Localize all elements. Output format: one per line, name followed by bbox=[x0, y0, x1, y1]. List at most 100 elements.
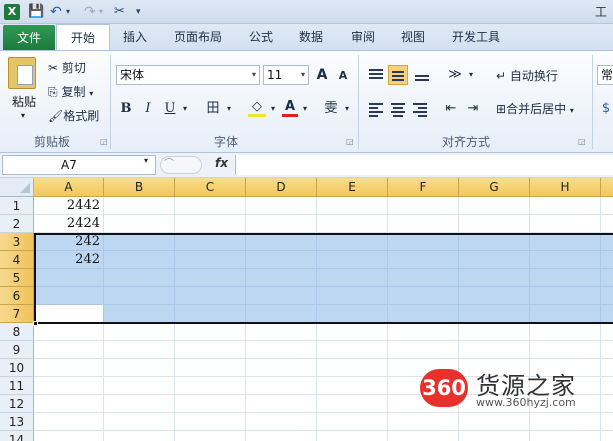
tab-insert[interactable]: 插入 bbox=[112, 24, 158, 50]
column-header-h[interactable]: H bbox=[530, 178, 601, 197]
font-size-select[interactable]: 11 ▾ bbox=[263, 65, 309, 85]
cell-d10[interactable] bbox=[246, 359, 317, 377]
row-header-11[interactable]: 11 bbox=[0, 377, 34, 395]
cell-b8[interactable] bbox=[104, 323, 175, 341]
format-painter-button[interactable]: 🖌格式刷 bbox=[48, 107, 99, 125]
cell-d5[interactable] bbox=[246, 269, 317, 287]
cell-b3[interactable] bbox=[104, 233, 175, 251]
tab-view[interactable]: 视图 bbox=[390, 24, 436, 50]
cell-i5[interactable] bbox=[601, 269, 613, 287]
cell-a5[interactable] bbox=[34, 269, 104, 287]
cell-f4[interactable] bbox=[388, 251, 459, 269]
row-header-1[interactable]: 1 bbox=[0, 197, 34, 215]
row-header-8[interactable]: 8 bbox=[0, 323, 34, 341]
cell-a4[interactable]: 242 bbox=[34, 251, 104, 269]
cell-i7[interactable] bbox=[601, 305, 613, 323]
font-color-dropdown-icon[interactable]: ▾ bbox=[300, 99, 310, 119]
tab-page-layout[interactable]: 页面布局 bbox=[162, 24, 234, 50]
cell-i8[interactable] bbox=[601, 323, 613, 341]
cell-h7[interactable] bbox=[530, 305, 601, 323]
cell-a3[interactable]: 242 bbox=[34, 233, 104, 251]
cell-h4[interactable] bbox=[530, 251, 601, 269]
cell-c7[interactable] bbox=[175, 305, 246, 323]
cell-d9[interactable] bbox=[246, 341, 317, 359]
cut-button[interactable]: ✂ 剪切 bbox=[48, 59, 86, 77]
cell-g6[interactable] bbox=[459, 287, 530, 305]
cell-g3[interactable] bbox=[459, 233, 530, 251]
clipboard-launcher-icon[interactable]: ◲ bbox=[100, 137, 108, 146]
cell-e10[interactable] bbox=[317, 359, 388, 377]
cell-f1[interactable] bbox=[388, 197, 459, 215]
cell-d7[interactable] bbox=[246, 305, 317, 323]
cell-c3[interactable] bbox=[175, 233, 246, 251]
cell-e3[interactable] bbox=[317, 233, 388, 251]
cell-b11[interactable] bbox=[104, 377, 175, 395]
row-header-2[interactable]: 2 bbox=[0, 215, 34, 233]
tab-file[interactable]: 文件 bbox=[3, 25, 55, 50]
row-header-6[interactable]: 6 bbox=[0, 287, 34, 305]
column-header-c[interactable]: C bbox=[175, 178, 246, 197]
cell-i9[interactable] bbox=[601, 341, 613, 359]
border-icon[interactable]: 田 bbox=[204, 99, 222, 119]
cell-c2[interactable] bbox=[175, 215, 246, 233]
increase-indent-icon[interactable]: ⇥ bbox=[464, 99, 482, 119]
underline-dropdown-icon[interactable]: ▾ bbox=[180, 99, 190, 119]
column-header-d[interactable]: D bbox=[246, 178, 317, 197]
cell-g7[interactable] bbox=[459, 305, 530, 323]
cell-a2[interactable]: 2424 bbox=[34, 215, 104, 233]
cell-d3[interactable] bbox=[246, 233, 317, 251]
cell-d2[interactable] bbox=[246, 215, 317, 233]
insert-function-icon[interactable]: fx bbox=[215, 156, 228, 170]
row-header-5[interactable]: 5 bbox=[0, 269, 34, 287]
copy-dropdown-icon[interactable]: ▾ bbox=[89, 89, 93, 98]
formula-bar-resize-handle[interactable]: ⌒ bbox=[160, 156, 202, 174]
cell-g9[interactable] bbox=[459, 341, 530, 359]
fill-color-icon[interactable]: ◇ bbox=[248, 97, 266, 117]
align-center-button[interactable] bbox=[388, 99, 408, 119]
name-box-dropdown-icon[interactable]: ▾ bbox=[144, 156, 148, 165]
cell-e5[interactable] bbox=[317, 269, 388, 287]
font-launcher-icon[interactable]: ◲ bbox=[346, 137, 354, 146]
cell-f9[interactable] bbox=[388, 341, 459, 359]
cell-h1[interactable] bbox=[530, 197, 601, 215]
cell-e14[interactable] bbox=[317, 431, 388, 441]
copy-button[interactable]: ⎘ 复制 ▾ bbox=[48, 83, 93, 103]
cell-b14[interactable] bbox=[104, 431, 175, 441]
cell-e12[interactable] bbox=[317, 395, 388, 413]
cell-a12[interactable] bbox=[34, 395, 104, 413]
cell-d14[interactable] bbox=[246, 431, 317, 441]
underline-button[interactable]: U bbox=[162, 99, 178, 119]
tab-review[interactable]: 审阅 bbox=[340, 24, 386, 50]
cell-a10[interactable] bbox=[34, 359, 104, 377]
cell-h9[interactable] bbox=[530, 341, 601, 359]
fill-dropdown-icon[interactable]: ▾ bbox=[268, 99, 278, 119]
paste-button-label[interactable]: 粘贴 bbox=[12, 93, 36, 110]
cell-g4[interactable] bbox=[459, 251, 530, 269]
cell-e7[interactable] bbox=[317, 305, 388, 323]
align-right-button[interactable] bbox=[410, 99, 430, 119]
font-name-select[interactable]: 宋体 ▾ bbox=[116, 65, 260, 85]
tab-home[interactable]: 开始 bbox=[56, 24, 110, 51]
currency-icon[interactable]: $ bbox=[599, 99, 613, 119]
cell-i2[interactable] bbox=[601, 215, 613, 233]
cell-b10[interactable] bbox=[104, 359, 175, 377]
cell-d6[interactable] bbox=[246, 287, 317, 305]
font-color-icon[interactable]: A bbox=[282, 97, 298, 117]
cell-c14[interactable] bbox=[175, 431, 246, 441]
cell-d4[interactable] bbox=[246, 251, 317, 269]
cell-c6[interactable] bbox=[175, 287, 246, 305]
tab-developer[interactable]: 开发工具 bbox=[444, 24, 508, 50]
wrap-text-button[interactable]: ↵ 自动换行 bbox=[496, 67, 558, 85]
row-header-12[interactable]: 12 bbox=[0, 395, 34, 413]
number-format-select[interactable]: 常 bbox=[597, 65, 613, 85]
alignment-launcher-icon[interactable]: ◲ bbox=[578, 137, 586, 146]
cell-e9[interactable] bbox=[317, 341, 388, 359]
column-header-next[interactable] bbox=[601, 178, 613, 197]
cell-i4[interactable] bbox=[601, 251, 613, 269]
row-header-14[interactable]: 14 bbox=[0, 431, 34, 441]
cell-a1[interactable]: 2442 bbox=[34, 197, 104, 215]
row-header-10[interactable]: 10 bbox=[0, 359, 34, 377]
redo-dropdown-icon[interactable]: ▾ bbox=[99, 4, 103, 20]
cell-b5[interactable] bbox=[104, 269, 175, 287]
undo-dropdown-icon[interactable]: ▾ bbox=[66, 4, 70, 20]
